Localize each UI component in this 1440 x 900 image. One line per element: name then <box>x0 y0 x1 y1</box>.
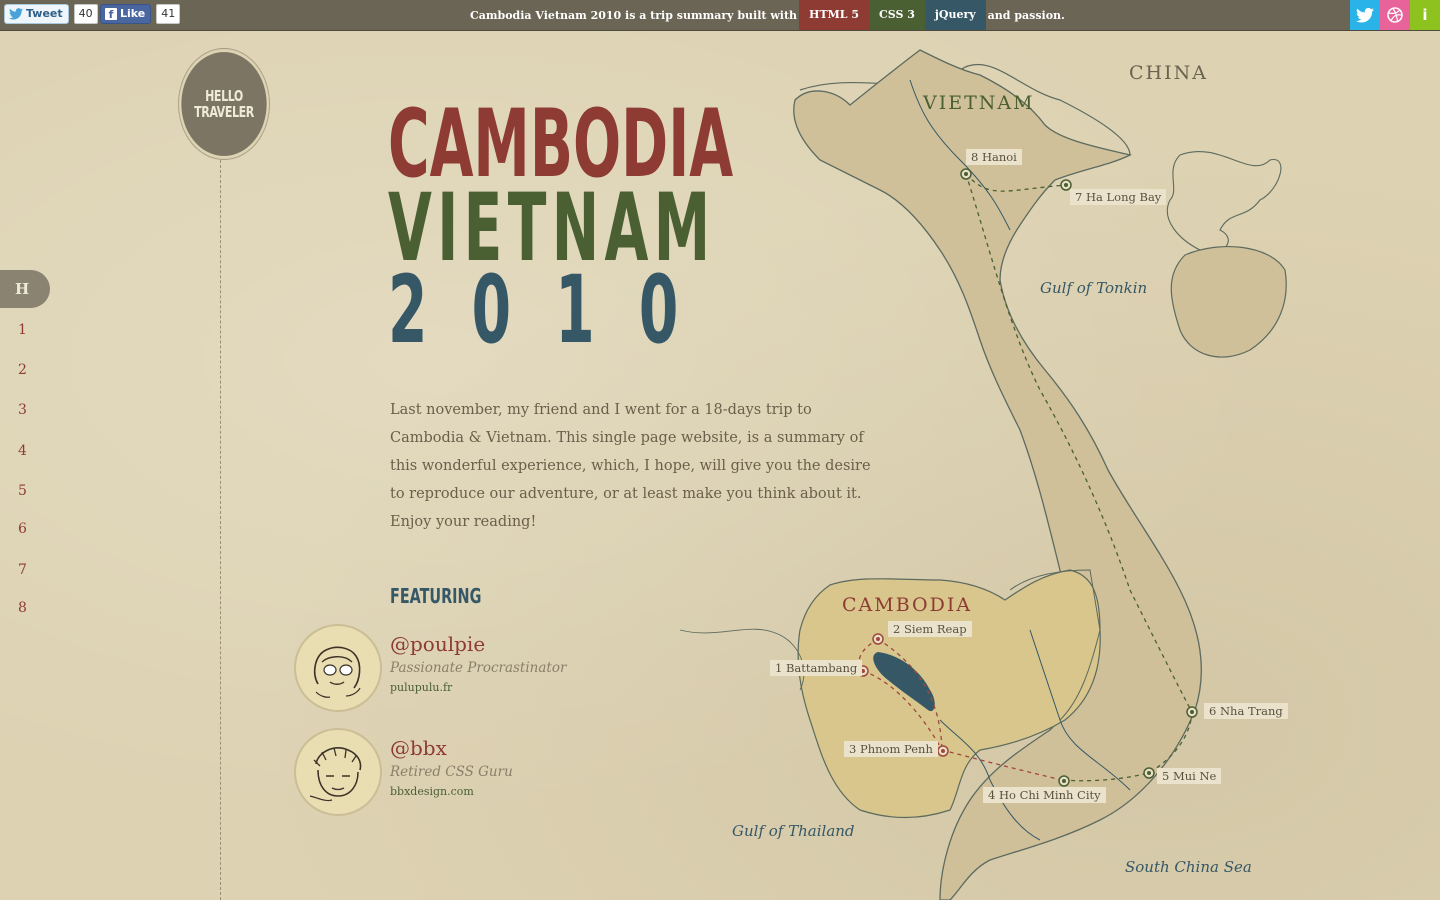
featuring-heading: FEATURING <box>390 584 482 608</box>
like-count: 41 <box>156 4 181 24</box>
place-label-phnom-penh[interactable]: 3 Phnom Penh <box>844 741 938 757</box>
tagline-before: Cambodia Vietnam 2010 is a trip summary … <box>470 8 798 22</box>
twitter-icon[interactable] <box>1350 0 1380 30</box>
person-website-link[interactable]: pulupulu.fr <box>390 681 452 694</box>
tweet-widget: Tweet 40 <box>4 4 98 24</box>
map-label-gulf-of-thailand: Gulf of Thailand <box>732 822 855 840</box>
place-label-battambang[interactable]: 1 Battambang <box>770 660 863 676</box>
nav-item-home[interactable]: H <box>0 270 50 308</box>
like-button[interactable]: f Like <box>100 4 152 24</box>
info-icon[interactable]: i <box>1410 0 1440 30</box>
nav-item-4[interactable]: 4 <box>18 443 27 459</box>
tagline: Cambodia Vietnam 2010 is a trip summary … <box>470 0 1065 30</box>
hello-traveler-badge[interactable]: HELLO TRAVELER <box>181 52 267 156</box>
map-label-vietnam: VIETNAM <box>923 92 1035 114</box>
nav-item-6[interactable]: 6 <box>18 521 27 537</box>
map-label-gulf-of-tonkin: Gulf of Tonkin <box>1040 279 1148 297</box>
map-label-china: CHINA <box>1129 62 1208 84</box>
tweet-count: 40 <box>73 4 98 24</box>
place-label-hanoi[interactable]: 8 Hanoi <box>966 149 1022 165</box>
waypoint-marker[interactable] <box>1143 767 1155 779</box>
top-bar: Tweet 40 f Like 41 Cambodia Vietnam 2010… <box>0 0 1440 31</box>
hainan-island <box>1170 245 1287 358</box>
social-links: i <box>1350 0 1440 30</box>
hello-line2: TRAVELER <box>194 103 254 121</box>
chapter-nav: H 1 2 3 4 5 6 7 8 <box>0 270 60 616</box>
nav-item-5[interactable]: 5 <box>18 483 27 499</box>
china-coast <box>1166 151 1282 254</box>
hello-line1: HELLO <box>205 87 243 105</box>
nav-item-7[interactable]: 7 <box>18 562 27 578</box>
place-label-ho-chi-minh-city[interactable]: 4 Ho Chi Minh City <box>983 787 1106 803</box>
nav-item-8[interactable]: 8 <box>18 600 27 616</box>
person-handle[interactable]: @bbx <box>390 736 447 760</box>
tweet-button[interactable]: Tweet <box>4 4 69 24</box>
dribbble-icon[interactable] <box>1380 0 1410 30</box>
place-label-mui-ne[interactable]: 5 Mui Ne <box>1157 768 1222 784</box>
place-label-ha-long-bay[interactable]: 7 Ha Long Bay <box>1070 189 1167 205</box>
map-label-cambodia: CAMBODIA <box>842 594 973 616</box>
trip-map: CHINA VIETNAM CAMBODIA Gulf of Tonkin Gu… <box>660 30 1440 900</box>
waypoint-marker[interactable] <box>937 745 949 757</box>
avatar <box>296 730 380 814</box>
avatar <box>296 626 380 710</box>
tweet-label: Tweet <box>26 7 63 20</box>
waypoint-marker[interactable] <box>960 168 972 180</box>
person-role: Passionate Procrastinator <box>390 660 567 676</box>
place-label-siem-reap[interactable]: 2 Siem Reap <box>888 621 972 637</box>
map-label-south-china-sea: South China Sea <box>1125 858 1252 876</box>
facebook-icon: f <box>105 8 117 21</box>
nav-item-1[interactable]: 1 <box>18 322 27 338</box>
person-role: Retired CSS Guru <box>390 764 513 780</box>
like-widget: f Like 41 <box>100 4 181 24</box>
nav-item-3[interactable]: 3 <box>18 402 27 418</box>
person-website-link[interactable]: bbxdesign.com <box>390 785 474 798</box>
tech-badge-jquery[interactable]: jQuery <box>924 0 986 30</box>
tech-badge-html5[interactable]: HTML 5 <box>799 0 870 30</box>
waypoint-marker[interactable] <box>872 633 884 645</box>
tagline-after: and passion. <box>987 8 1065 22</box>
tech-badge-css3[interactable]: CSS 3 <box>869 0 925 30</box>
like-label: Like <box>120 7 146 20</box>
place-label-nha-trang[interactable]: 6 Nha Trang <box>1204 703 1288 719</box>
nav-item-2[interactable]: 2 <box>18 362 27 378</box>
waypoint-marker[interactable] <box>1186 706 1198 718</box>
timeline-line <box>220 155 221 900</box>
twitter-bird-icon <box>9 8 23 20</box>
waypoint-marker[interactable] <box>1058 775 1070 787</box>
map-illustration <box>679 49 1287 900</box>
person-handle[interactable]: @poulpie <box>390 632 485 656</box>
